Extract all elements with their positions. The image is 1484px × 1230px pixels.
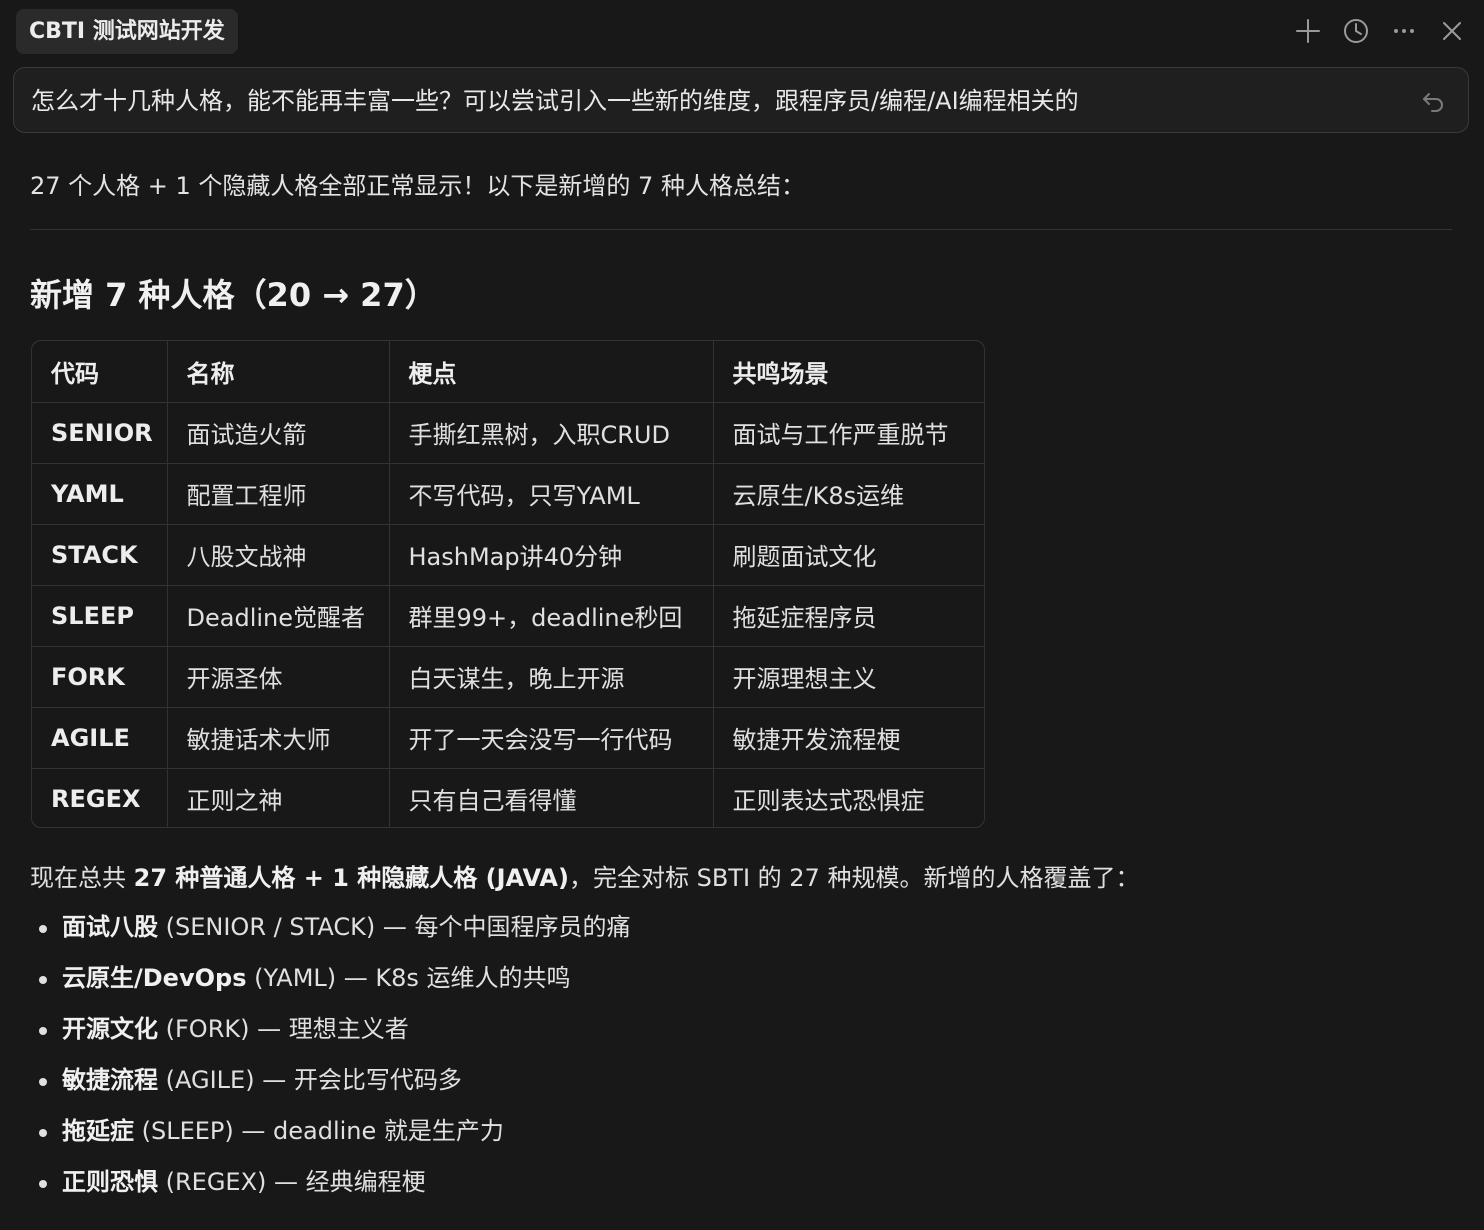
table-cell: 面试与工作严重脱节 xyxy=(713,402,984,464)
bullet-text: (SENIOR / STACK) — 每个中国程序员的痛 xyxy=(158,913,631,941)
table-cell: 开了一天会没写一行代码 xyxy=(389,707,714,769)
summary-text: ，完全对标 SBTI 的 27 种规模。新增的人格覆盖了： xyxy=(568,864,1140,892)
section-heading: 新增 7 种人格（20 → 27） xyxy=(30,276,437,314)
undo-icon[interactable] xyxy=(1420,88,1446,114)
summary-paragraph: 现在总共 27 种普通人格 + 1 种隐藏人格 (JAVA)，完全对标 SBTI… xyxy=(30,858,1139,893)
summary-bold: 27 种普通人格 + 1 种隐藏人格 (JAVA) xyxy=(133,864,569,892)
bullet-text: (AGILE) — 开会比写代码多 xyxy=(158,1066,462,1094)
table-cell: 正则之神 xyxy=(167,768,390,827)
table-cell-code: STACK xyxy=(32,524,168,586)
close-icon[interactable] xyxy=(1437,16,1467,46)
bullet-text: (FORK) — 理想主义者 xyxy=(158,1015,409,1043)
table-row: SENIOR 面试造火箭 手撕红黑树，入职CRUD 面试与工作严重脱节 xyxy=(32,402,984,464)
bullet-bold: 云原生/DevOps xyxy=(62,964,247,992)
table-cell: 群里99+，deadline秒回 xyxy=(389,585,714,647)
table-cell-code: FORK xyxy=(32,646,168,708)
table-row: FORK 开源圣体 白天谋生，晚上开源 开源理想主义 xyxy=(32,646,984,708)
top-bar: CBTI 测试网站开发 xyxy=(0,0,1484,64)
table-row: REGEX 正则之神 只有自己看得懂 正则表达式恐惧症 xyxy=(32,768,984,827)
table-cell-code: REGEX xyxy=(32,768,168,827)
column-header: 代码 xyxy=(32,341,168,403)
table-cell: 只有自己看得懂 xyxy=(389,768,714,827)
conversation-title[interactable]: CBTI 测试网站开发 xyxy=(16,9,238,54)
table-header-row: 代码 名称 梗点 共鸣场景 xyxy=(32,341,984,403)
bullet-bold: 开源文化 xyxy=(62,1015,158,1043)
table-cell: 敏捷话术大师 xyxy=(167,707,390,769)
table-cell: Deadline觉醒者 xyxy=(167,585,390,647)
table-cell: 八股文战神 xyxy=(167,524,390,586)
column-header: 名称 xyxy=(167,341,390,403)
table-cell: 刷题面试文化 xyxy=(713,524,984,586)
personality-table: 代码 名称 梗点 共鸣场景 SENIOR 面试造火箭 手撕红黑树，入职CRUD … xyxy=(31,340,985,828)
bullet-dot xyxy=(39,1078,47,1086)
table-row: STACK 八股文战神 HashMap讲40分钟 刷题面试文化 xyxy=(32,524,984,586)
bullet-dot xyxy=(39,1129,47,1137)
table-cell: 敏捷开发流程梗 xyxy=(713,707,984,769)
table-cell: 正则表达式恐惧症 xyxy=(732,787,925,816)
table-cell-code: SENIOR xyxy=(32,402,168,464)
table-cell-code: AGILE xyxy=(32,707,168,769)
table-row: SLEEP Deadline觉醒者 群里99+，deadline秒回 拖延症程序… xyxy=(32,585,984,647)
bullet-dot xyxy=(39,1180,47,1188)
plus-icon[interactable] xyxy=(1293,16,1323,46)
table-cell: 不写代码，只写YAML xyxy=(389,463,714,525)
more-icon[interactable] xyxy=(1389,16,1419,46)
column-header: 梗点 xyxy=(389,341,714,403)
bullet-bold: 正则恐惧 xyxy=(62,1168,158,1196)
divider xyxy=(30,229,1452,230)
table-cell: HashMap讲40分钟 xyxy=(389,524,714,586)
bullet-text: (SLEEP) — deadline 就是生产力 xyxy=(134,1117,504,1145)
bullet-text: (YAML) — K8s 运维人的共鸣 xyxy=(246,964,571,992)
table-cell-code: YAML xyxy=(32,463,168,525)
bullet-bold: 面试八股 xyxy=(62,913,158,941)
table-cell: 开源理想主义 xyxy=(713,646,984,708)
bullet-dot xyxy=(39,1027,47,1035)
table-cell: 云原生/K8s运维 xyxy=(713,463,984,525)
bullet-text: (REGEX) — 经典编程梗 xyxy=(158,1168,426,1196)
table-cell: 白天谋生，晚上开源 xyxy=(389,646,714,708)
table-cell-code: SLEEP xyxy=(32,585,168,647)
response-intro: 27 个人格 + 1 个隐藏人格全部正常显示！以下是新增的 7 种人格总结： xyxy=(30,172,805,200)
bullet-bold: 拖延症 xyxy=(62,1117,134,1145)
table-cell: 配置工程师 xyxy=(167,463,390,525)
history-icon[interactable] xyxy=(1341,16,1371,46)
table-cell: 开源圣体 xyxy=(167,646,390,708)
summary-text: 现在总共 xyxy=(30,864,134,892)
bullet-bold: 敏捷流程 xyxy=(62,1066,158,1094)
table-cell: 面试造火箭 xyxy=(167,402,390,464)
column-header: 共鸣场景 xyxy=(713,341,984,403)
user-prompt-text: 怎么才十几种人格，能不能再丰富一些？可以尝试引入一些新的维度，跟程序员/编程/A… xyxy=(31,87,1079,115)
table-cell: 手撕红黑树，入职CRUD xyxy=(389,402,714,464)
bullet-dot xyxy=(39,976,47,984)
table-row: AGILE 敏捷话术大师 开了一天会没写一行代码 敏捷开发流程梗 xyxy=(32,707,984,769)
user-prompt-box[interactable]: 怎么才十几种人格，能不能再丰富一些？可以尝试引入一些新的维度，跟程序员/编程/A… xyxy=(13,67,1469,133)
table-row: YAML 配置工程师 不写代码，只写YAML 云原生/K8s运维 xyxy=(32,463,984,525)
table-cell: 拖延症程序员 xyxy=(713,585,984,647)
bullet-dot xyxy=(39,925,47,933)
